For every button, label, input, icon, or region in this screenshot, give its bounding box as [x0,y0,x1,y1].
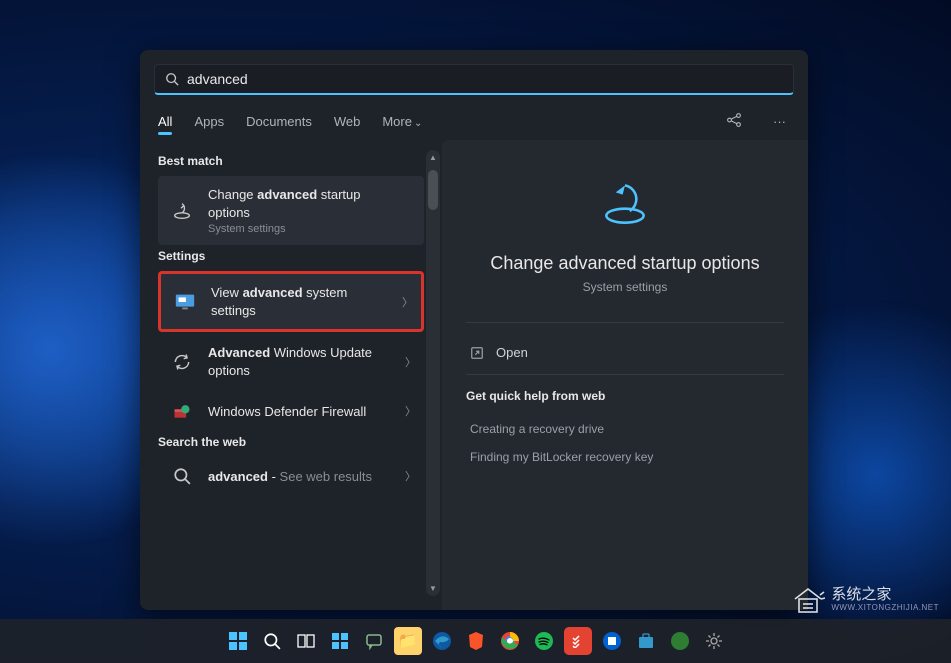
help-link-bitlocker[interactable]: Finding my BitLocker recovery key [466,443,784,471]
more-options-icon[interactable]: ··· [769,110,790,133]
chevron-down-icon: ⌄ [414,118,422,129]
result-best-match[interactable]: Change advanced startup options System s… [158,176,424,245]
preview-icon [466,176,784,237]
task-view-icon[interactable] [292,627,320,655]
house-icon [791,585,825,615]
result-defender-firewall[interactable]: Windows Defender Firewall 〉 [158,391,424,431]
chrome-icon[interactable] [496,627,524,655]
settings-taskbar-icon[interactable] [700,627,728,655]
result-web-search[interactable]: advanced - See web results 〉 [158,457,424,495]
scrollbar[interactable]: ▲ ▼ [426,150,440,596]
chevron-right-icon: 〉 [405,403,416,419]
explorer-icon[interactable]: 📁 [394,627,422,655]
tab-all[interactable]: All [158,108,172,135]
best-match-header: Best match [158,154,442,168]
update-icon [168,352,196,372]
search-web-header: Search the web [158,435,442,449]
divider [466,322,784,323]
search-bar[interactable] [154,64,794,95]
tab-documents[interactable]: Documents [246,108,312,135]
tab-apps[interactable]: Apps [194,108,224,135]
search-window: All Apps Documents Web More⌄ ··· Best ma… [140,50,808,610]
monitor-icon [171,292,199,312]
result-view-advanced-system-settings[interactable]: View advanced system settings 〉 [158,271,424,332]
share-icon[interactable] [721,107,747,136]
preview-subtitle: System settings [466,280,784,294]
search-tabs: All Apps Documents Web More⌄ ··· [140,103,808,136]
scroll-thumb[interactable] [428,170,438,210]
chat-icon[interactable] [360,627,388,655]
search-icon [165,72,179,86]
scroll-down-icon[interactable]: ▼ [426,584,440,593]
results-list: Best match Change advanced startup optio… [140,136,442,610]
firewall-icon [168,401,196,421]
divider [466,374,784,375]
tab-web[interactable]: Web [334,108,361,135]
app-icon-blue[interactable] [598,627,626,655]
chevron-right-icon: 〉 [405,354,416,370]
settings-header: Settings [158,249,442,263]
search-icon [168,467,196,485]
store-icon[interactable] [632,627,660,655]
open-icon [470,346,484,360]
watermark: 系统之家 WWW.XITONGZHIJIA.NET [791,585,939,615]
edge-icon[interactable] [428,627,456,655]
preview-pane: Change advanced startup options System s… [442,140,808,610]
todoist-icon[interactable] [564,627,592,655]
result-title: Change advanced startup options [208,186,394,221]
result-title: Advanced Windows Update options [208,344,394,379]
start-button[interactable] [224,627,252,655]
help-link-recovery-drive[interactable]: Creating a recovery drive [466,415,784,443]
open-action[interactable]: Open [466,337,784,368]
search-input[interactable] [187,71,783,87]
search-taskbar-icon[interactable] [258,627,286,655]
result-advanced-windows-update[interactable]: Advanced Windows Update options 〉 [158,334,424,389]
tab-more[interactable]: More⌄ [382,108,422,135]
result-title: advanced - See web results [208,468,394,486]
result-title: Windows Defender Firewall [208,403,394,421]
result-title: View advanced system settings [211,284,391,319]
brave-icon[interactable] [462,627,490,655]
result-subtitle: System settings [208,223,394,235]
chevron-right-icon: 〉 [405,468,416,484]
scroll-up-icon[interactable]: ▲ [426,153,440,162]
quick-help-header: Get quick help from web [466,389,784,403]
spotify-icon[interactable] [530,627,558,655]
taskbar: 📁 [0,619,951,663]
chevron-right-icon: 〉 [402,294,413,310]
startup-options-icon [168,200,196,222]
app-icon-green[interactable] [666,627,694,655]
widgets-icon[interactable] [326,627,354,655]
preview-title: Change advanced startup options [466,253,784,274]
